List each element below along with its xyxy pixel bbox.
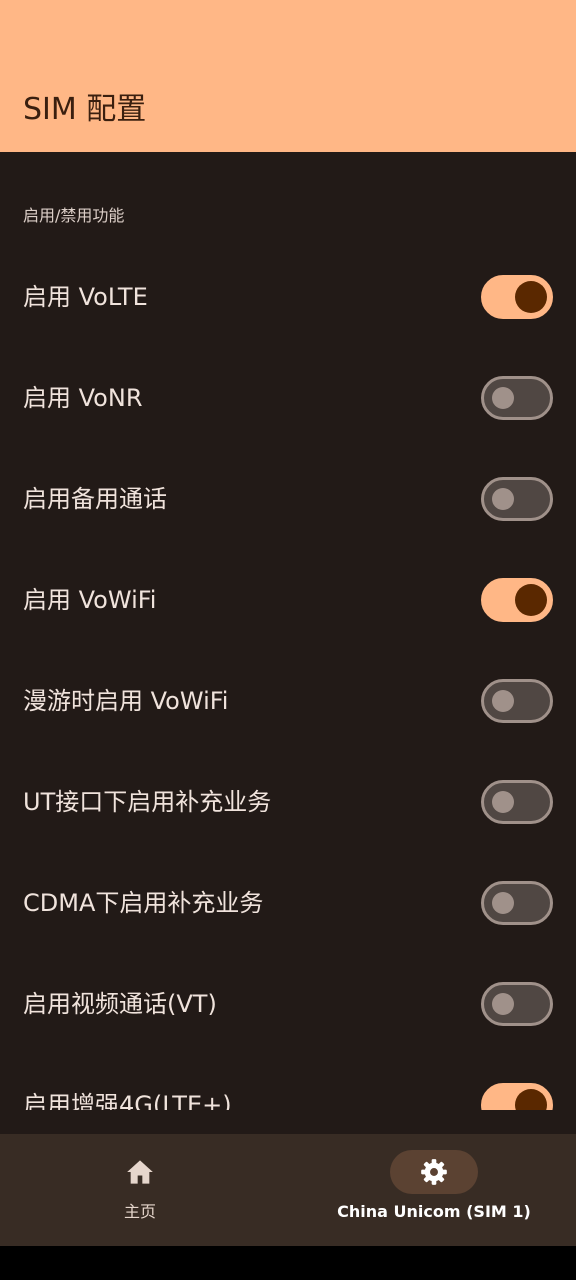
gear-icon [421,1159,447,1185]
page-title: SIM 配置 [23,92,147,127]
backup-calling-switch[interactable] [481,477,553,521]
toggle-label: UT接口下启用补充业务 [23,788,272,816]
switch-thumb [515,281,547,313]
video-calling-switch[interactable] [481,982,553,1026]
toggle-row-cdma-supplementary[interactable]: CDMA下启用补充业务 [0,853,576,954]
toggle-label: 启用视频通话(VT) [23,990,217,1018]
toggle-label: 启用 VoWiFi [23,586,157,614]
vowifi-roaming-switch[interactable] [481,679,553,723]
settings-list[interactable]: 启用/禁用功能 启用 VoLTE 启用 VoNR 启用备用通话 启用 VoWiF… [0,152,576,1110]
bottom-navigation: 主页 China Unicom (SIM 1) [0,1134,576,1246]
nav-indicator [96,1150,184,1194]
nav-item-home[interactable]: 主页 [40,1134,240,1246]
toggle-row-vowifi-roaming[interactable]: 漫游时启用 VoWiFi [0,651,576,752]
switch-thumb [492,791,514,813]
vowifi-switch[interactable] [481,578,553,622]
toggle-row-volte[interactable]: 启用 VoLTE [0,247,576,348]
toggle-row-video-calling[interactable]: 启用视频通话(VT) [0,954,576,1055]
toggle-row-vonr[interactable]: 启用 VoNR [0,348,576,449]
nav-label: China Unicom (SIM 1) [337,1202,531,1221]
app-bar: SIM 配置 [0,0,576,152]
toggle-row-lte-plus[interactable]: 启用增强4G(LTE+) [0,1055,576,1110]
switch-thumb [515,1089,547,1110]
nav-item-sim[interactable]: China Unicom (SIM 1) [334,1134,534,1246]
switch-thumb [492,387,514,409]
home-icon [127,1160,153,1184]
volte-switch[interactable] [481,275,553,319]
switch-thumb [492,892,514,914]
nav-indicator-selected [390,1150,478,1194]
cdma-supplementary-switch[interactable] [481,881,553,925]
switch-thumb [515,584,547,616]
toggle-label: 启用增强4G(LTE+) [23,1091,232,1110]
toggle-label: 启用 VoLTE [23,283,148,311]
nav-label: 主页 [123,1202,156,1221]
toggle-label: 启用 VoNR [23,384,143,412]
ut-supplementary-switch[interactable] [481,780,553,824]
toggle-row-ut-supplementary[interactable]: UT接口下启用补充业务 [0,752,576,853]
toggle-label: CDMA下启用补充业务 [23,889,264,917]
toggle-label: 漫游时启用 VoWiFi [23,687,229,715]
switch-thumb [492,488,514,510]
toggle-row-backup-calling[interactable]: 启用备用通话 [0,449,576,550]
switch-thumb [492,993,514,1015]
toggle-row-vowifi[interactable]: 启用 VoWiFi [0,550,576,651]
vonr-switch[interactable] [481,376,553,420]
lte-plus-switch[interactable] [481,1083,553,1110]
toggle-label: 启用备用通话 [23,485,167,513]
switch-thumb [492,690,514,712]
system-navigation-bar [0,1246,576,1280]
section-header: 启用/禁用功能 [23,206,125,225]
